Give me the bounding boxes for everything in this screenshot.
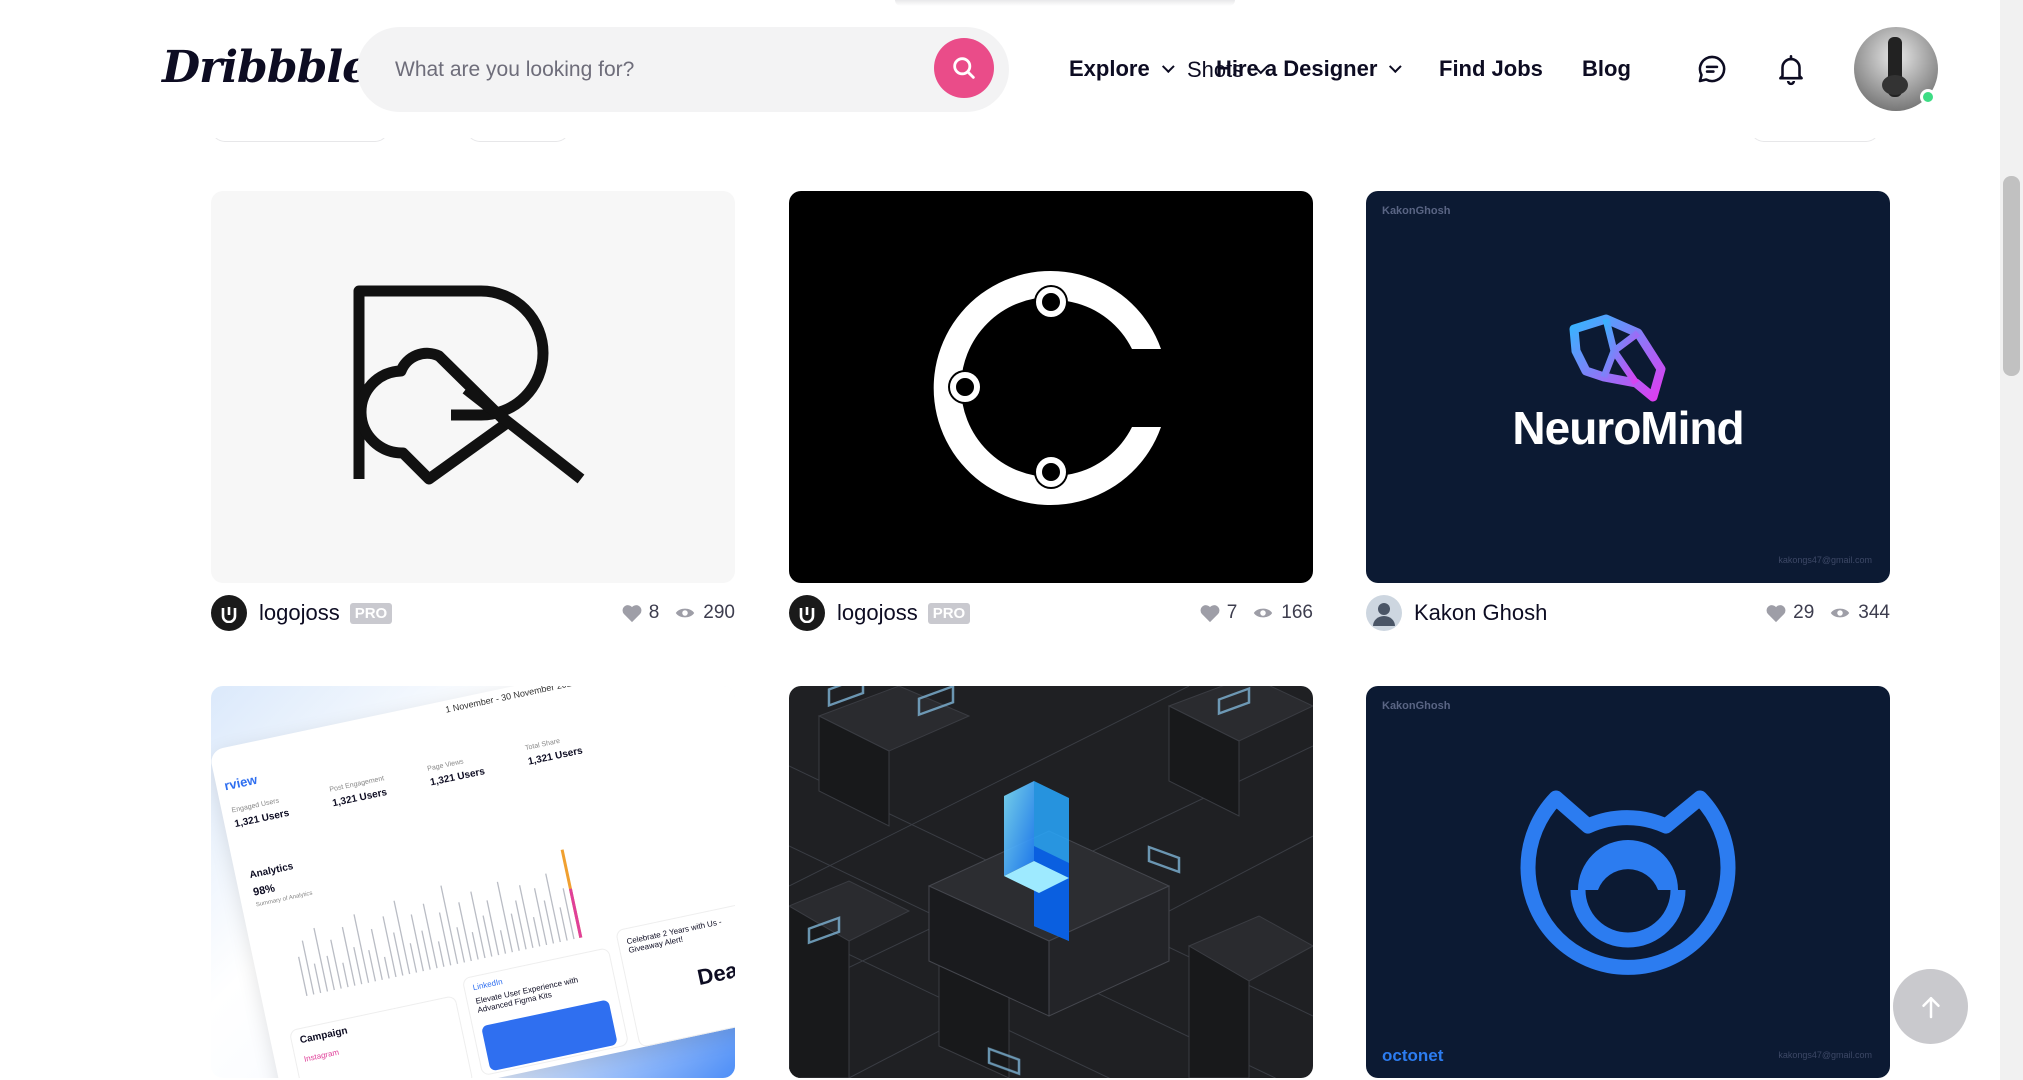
author-avatar[interactable] (211, 595, 247, 631)
dashboard-post-image (481, 999, 618, 1072)
shot-image-r-heart (353, 285, 585, 485)
heart-icon[interactable] (1199, 603, 1221, 623)
header: Dribbble Shots Explore Hire a Designer F… (0, 0, 2000, 138)
scroll-to-top-button[interactable] (1893, 969, 1968, 1044)
author-name[interactable]: logojoss (259, 600, 340, 626)
vertical-scrollbar[interactable] (2000, 0, 2023, 1080)
octonet-wordmark: octonet (1382, 1046, 1444, 1065)
views-count: 166 (1281, 602, 1313, 623)
author-avatar[interactable] (1366, 595, 1402, 631)
watermark-email: kakongs47@gmail.com (1778, 555, 1872, 565)
likes-count: 8 (648, 602, 660, 623)
author-name[interactable]: Kakon Ghosh (1414, 600, 1547, 626)
shot-card[interactable] (789, 191, 1313, 583)
search-input[interactable] (395, 27, 815, 112)
shot-stats: 29 344 (1765, 602, 1890, 624)
messages-button[interactable] (1691, 48, 1733, 90)
nav-explore-label: Explore (1069, 56, 1150, 81)
heart-icon[interactable] (1765, 603, 1787, 623)
page: Dribbble Shots Explore Hire a Designer F… (0, 0, 2023, 1080)
chevron-down-icon (1389, 59, 1403, 73)
nav-jobs-label: Find Jobs (1439, 56, 1543, 81)
nav-explore[interactable]: Explore (1069, 40, 1175, 98)
heart-icon[interactable] (621, 603, 643, 623)
shot-card[interactable] (211, 191, 735, 583)
shot-card[interactable]: 1 November - 30 November 2024 rview Enga… (211, 686, 735, 1078)
shot-stats: 7 166 (1199, 602, 1313, 624)
logojoss-avatar-icon (221, 607, 237, 623)
logojoss-avatar-icon (799, 607, 815, 623)
kakon-avatar-icon (1373, 603, 1395, 626)
shot-stats: 8 290 (621, 602, 735, 624)
dashboard-linkedin: LinkedIn (471, 977, 504, 993)
search-bar: Shots (357, 27, 1269, 112)
nav-blog-label: Blog (1582, 56, 1631, 81)
dashboard-instagram: Instagram (303, 1047, 340, 1064)
eye-icon (1254, 608, 1273, 618)
eye-icon (676, 608, 695, 618)
nav-blog[interactable]: Blog (1582, 40, 1631, 98)
pro-badge: PRO (349, 602, 393, 624)
octonet-logo-mark (1520, 790, 1736, 975)
eye-icon (1831, 608, 1850, 618)
scrollbar-thumb[interactable] (2003, 176, 2020, 376)
online-status-dot (1920, 89, 1936, 105)
chevron-down-icon (1161, 59, 1175, 73)
nav-find-jobs[interactable]: Find Jobs (1439, 40, 1543, 98)
dashboard-mockup: 1 November - 30 November 2024 rview Enga… (211, 686, 735, 1078)
dribbble-logo[interactable]: Dribbble (162, 42, 370, 93)
neuromind-wordmark: NeuroMind (1512, 402, 1744, 454)
dashboard-campaign-title: Campaign (298, 1025, 349, 1047)
shot-card[interactable]: KakonGhosh octonet kakongs47@gmail.com (1366, 686, 1890, 1078)
author-avatar[interactable] (789, 595, 825, 631)
shot-image-3d-chip (789, 686, 1313, 1078)
dashboard-deadline: Deadli (695, 951, 735, 991)
pro-badge: PRO (927, 602, 971, 624)
shot-meta: Kakon Ghosh 29 344 (1366, 593, 1890, 633)
search-icon (953, 57, 975, 79)
search-button[interactable] (934, 38, 994, 98)
avatar-figure-base (1882, 75, 1908, 95)
likes-count: 7 (1226, 602, 1238, 623)
shot-meta: logojoss PRO 8 290 (211, 593, 735, 633)
watermark-email: kakongs47@gmail.com (1778, 1050, 1872, 1060)
arrow-up-icon (1921, 996, 1940, 1018)
bell-icon (1779, 54, 1803, 86)
notifications-button[interactable] (1770, 48, 1812, 90)
shot-meta: logojoss PRO 7 166 (789, 593, 1313, 633)
views-count: 290 (703, 602, 735, 623)
nav-hire-designer[interactable]: Hire a Designer (1216, 40, 1403, 98)
top-shade (895, 0, 1235, 6)
shot-image-c-orbit (933, 271, 1161, 505)
author-name[interactable]: logojoss (837, 600, 918, 626)
nav-hire-label: Hire a Designer (1216, 56, 1378, 81)
shot-card[interactable] (789, 686, 1313, 1078)
likes-count: 29 (1793, 602, 1815, 623)
views-count: 344 (1858, 602, 1890, 623)
shot-card[interactable]: KakonGhosh NeuroMind kakongs47@gmail.com (1366, 191, 1890, 583)
chat-bubble-icon (1698, 55, 1726, 83)
neuromind-logo-mark (1569, 314, 1666, 402)
